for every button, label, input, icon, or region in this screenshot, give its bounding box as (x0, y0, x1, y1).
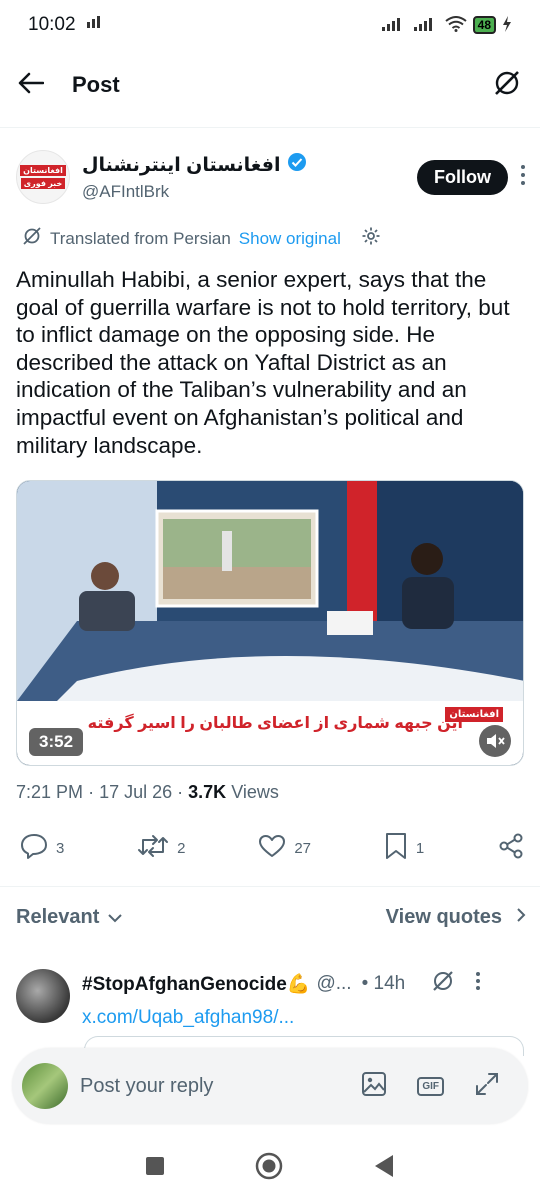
meta-separator: · (88, 782, 100, 802)
author-row: افغانستان خبر فوری افغانستان اینترنشنال … (16, 147, 526, 207)
bookmark-action[interactable]: 1 (384, 832, 424, 864)
author-handle[interactable]: @AFIntlBrk (82, 182, 307, 202)
avatar-text-1: افغانستان (20, 165, 66, 176)
translate-icon (22, 226, 42, 251)
author-name[interactable]: افغانستان اینترنشنال (82, 154, 281, 177)
meta-separator: · (177, 782, 189, 802)
post-time: 7:21 PM (16, 782, 84, 802)
reply-avatar[interactable] (16, 969, 70, 1023)
chevron-right-icon (516, 906, 526, 929)
reply-count: 3 (56, 839, 65, 857)
status-time: 10:02 (28, 14, 76, 35)
system-nav-bar (0, 1136, 540, 1200)
notification-icon (86, 14, 104, 36)
repost-icon (137, 834, 169, 862)
sort-label: Relevant (16, 906, 100, 928)
views-count[interactable]: 3.7K (188, 782, 226, 802)
reply-input[interactable]: Post your reply (80, 1075, 361, 1098)
post-date: 17 Jul 26 (99, 782, 173, 802)
expand-icon[interactable] (474, 1071, 500, 1102)
post-header: Post (0, 55, 540, 115)
view-quotes-label: View quotes (385, 906, 502, 928)
follow-button[interactable]: Follow (417, 159, 508, 195)
share-icon (497, 832, 525, 864)
grok-icon[interactable] (492, 68, 522, 103)
reply-action[interactable]: 3 (20, 833, 64, 863)
more-options-icon[interactable] (520, 164, 526, 190)
translation-row: Translated from Persian Show original (22, 226, 381, 251)
back-arrow-icon[interactable] (18, 72, 45, 99)
channel-logo: افغانستان (445, 707, 503, 722)
replies-sort-row: Relevant View quotes (16, 906, 526, 929)
post-meta: 7:21 PM · 17 Jul 26 · 3.7K Views (16, 782, 279, 803)
charging-icon (502, 15, 512, 35)
home-icon[interactable] (255, 1152, 283, 1185)
video-duration: 3:52 (29, 728, 84, 756)
heart-icon (258, 834, 286, 862)
status-bar: 10:02 48 (0, 0, 540, 50)
header-divider (0, 127, 540, 128)
translated-label: Translated from Persian (50, 228, 231, 248)
sort-dropdown[interactable]: Relevant (16, 906, 123, 929)
mute-icon[interactable] (479, 725, 511, 757)
reply-compose-bar: Post your reply GIF (12, 1048, 528, 1124)
repost-count: 2 (177, 839, 186, 857)
video-player[interactable]: این جبهه شماری از اعضای طالبان را اسیر گ… (16, 480, 524, 766)
settings-gear-icon[interactable] (361, 226, 381, 251)
battery-indicator: 48 (472, 16, 496, 34)
reply-time: • 14h (361, 973, 406, 994)
reply-link[interactable]: x.com/Uqab_afghan98/... (82, 1007, 522, 1029)
grok-icon[interactable] (431, 969, 455, 999)
repost-action[interactable]: 2 (137, 834, 186, 862)
like-action[interactable]: 27 (258, 834, 311, 862)
like-count: 27 (294, 839, 311, 857)
bookmark-icon (384, 832, 408, 864)
signal-icon-2 (413, 16, 439, 35)
verified-badge-icon (287, 152, 307, 178)
chevron-down-icon (107, 906, 123, 929)
author-avatar[interactable]: افغانستان خبر فوری (16, 150, 70, 204)
reply-more-icon[interactable] (475, 971, 481, 997)
tweet-text: Aminullah Habibi, a senior expert, says … (16, 267, 510, 458)
show-original-link[interactable]: Show original (239, 229, 341, 249)
wifi-icon (445, 15, 467, 35)
back-icon[interactable] (373, 1154, 395, 1183)
bookmark-count: 1 (415, 839, 425, 857)
user-avatar[interactable] (22, 1063, 68, 1109)
section-divider (0, 886, 540, 887)
reply-icon (20, 833, 48, 863)
post-actions: 3 2 27 1 (20, 830, 525, 866)
page-title: Post (72, 72, 120, 97)
signal-icon (381, 16, 407, 35)
reply-item[interactable]: #StopAfghanGenocide💪 @... • 14h x.com/Uq… (16, 969, 526, 1029)
gif-icon[interactable]: GIF (417, 1076, 444, 1096)
share-action[interactable] (497, 832, 525, 864)
video-caption: این جبهه شماری از اعضای طالبان را اسیر گ… (87, 715, 463, 732)
image-icon[interactable] (361, 1071, 387, 1102)
view-quotes-link[interactable]: View quotes (386, 906, 526, 929)
views-label: Views (231, 782, 279, 802)
recents-icon[interactable] (145, 1156, 165, 1181)
reply-author-handle[interactable]: @... (316, 973, 351, 995)
avatar-text-2: خبر فوری (20, 178, 66, 189)
reply-author-name[interactable]: #StopAfghanGenocide💪 (82, 972, 310, 996)
